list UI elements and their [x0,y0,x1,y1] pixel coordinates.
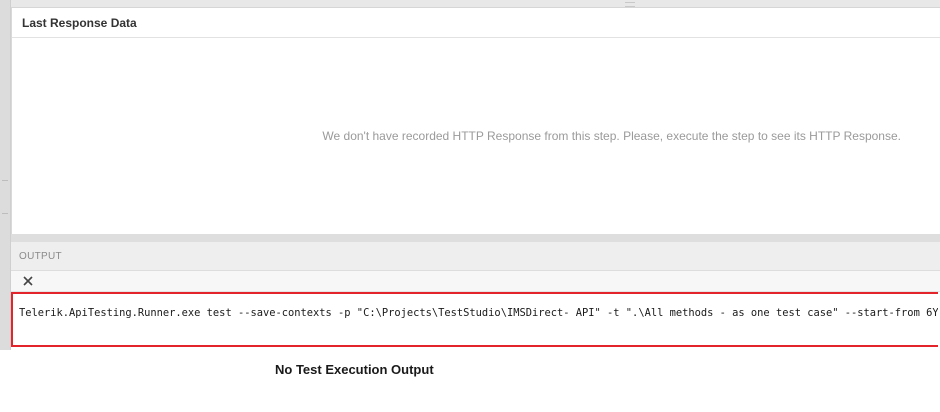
screenshot-caption: No Test Execution Output [275,362,434,377]
last-response-panel: Last Response Data We don't have recorde… [11,8,940,234]
empty-state-message: We don't have recorded HTTP Response fro… [322,129,901,143]
top-splitter-bar [11,0,940,8]
strip-tick [2,180,8,181]
strip-tick [2,213,8,214]
output-title: OUTPUT [11,242,940,271]
splitter-grip[interactable] [625,2,635,7]
app-window: Last Response Data We don't have recorde… [0,0,940,412]
panel-divider[interactable] [11,234,940,242]
command-line-text: Telerik.ApiTesting.Runner.exe test --sav… [19,307,938,319]
panel-title: Last Response Data [12,8,940,38]
output-panel: OUTPUT Telerik.ApiTesting.Runner.exe tes… [11,242,940,350]
close-icon[interactable] [21,274,35,288]
left-side-strip [0,0,11,350]
command-output-box: Telerik.ApiTesting.Runner.exe test --sav… [11,292,938,347]
output-toolbar [11,271,940,292]
